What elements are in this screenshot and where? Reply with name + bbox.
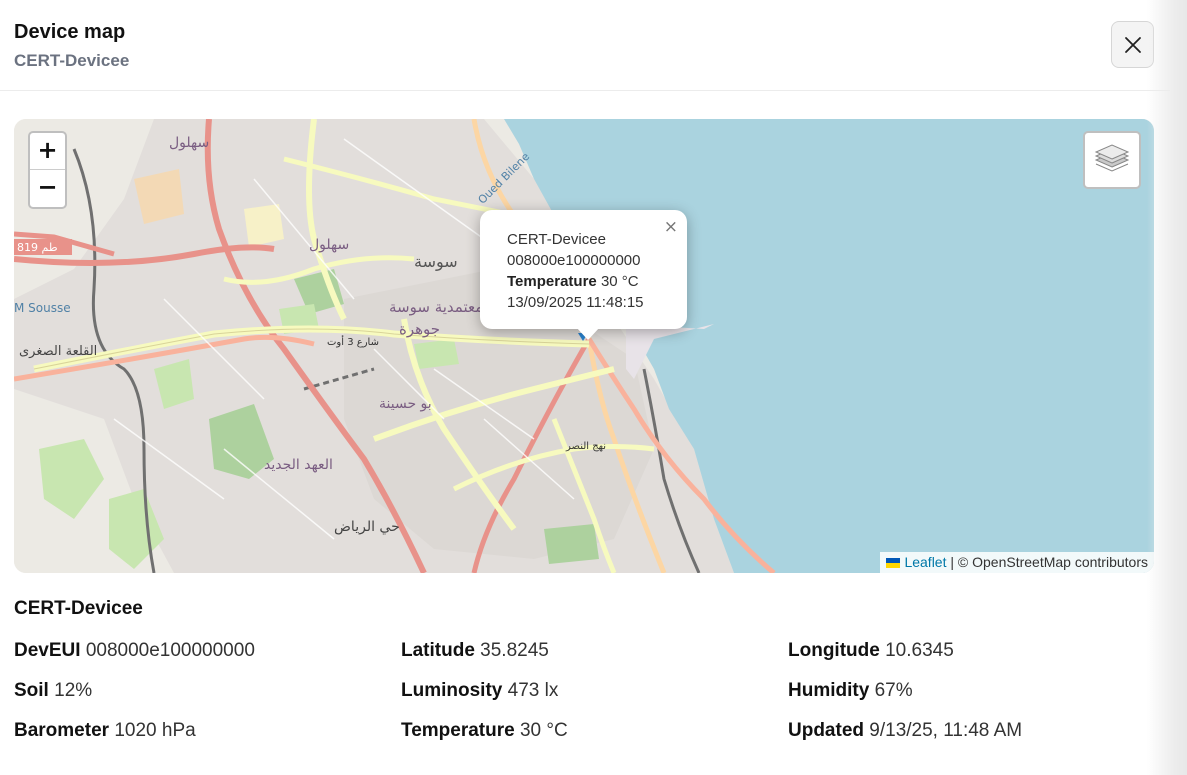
- map-label-jawhara: جوهرة: [399, 320, 440, 338]
- info-label: DevEUI: [14, 640, 81, 661]
- info-label: Humidity: [788, 680, 870, 701]
- modal-subtitle: CERT-Devicee: [14, 51, 130, 70]
- info-luminosity: Luminosity 473 lx: [401, 680, 558, 702]
- info-value: 12%: [54, 680, 93, 701]
- map-label-mutamadiya: معتمدية سوسة: [389, 298, 483, 316]
- scroll-backdrop: [1147, 0, 1187, 775]
- info-barometer: Barometer 1020 hPa: [14, 720, 196, 742]
- info-deveui: DevEUI 008000e100000000: [14, 640, 255, 662]
- popup-temperature-label: Temperature: [507, 273, 597, 290]
- popup-device-name: CERT-Devicee: [507, 231, 606, 248]
- info-latitude: Latitude 35.8245: [401, 640, 549, 662]
- popup-temperature: Temperature 30 °C: [507, 271, 667, 292]
- info-value: 008000e100000000: [85, 640, 255, 661]
- map-label-nahj-nasr: نهج النصر: [565, 441, 606, 452]
- info-value: 67%: [874, 680, 913, 701]
- modal-header: Device map CERT-Devicee: [0, 0, 1170, 91]
- info-value: 9/13/25, 11:48 AM: [869, 720, 1023, 741]
- modal-title: Device map: [14, 21, 126, 43]
- close-icon: [1124, 36, 1141, 53]
- map-label-riyadh: حي الرياض: [334, 519, 400, 535]
- map-label-route: طم 819: [17, 241, 58, 254]
- info-temperature: Temperature 30 °C: [401, 720, 568, 742]
- map-tiles[interactable]: سهلول سهلول سوسة معتمدية سوسة جوهرة القل…: [14, 119, 1154, 573]
- map-label-sahloul: سهلول: [169, 135, 209, 151]
- popup-close-button[interactable]: ×: [664, 217, 678, 238]
- map-label-sahloul-2: سهلول: [309, 237, 349, 253]
- osm-attribution: | © OpenStreetMap contributors: [946, 554, 1148, 570]
- info-label: Longitude: [788, 640, 880, 661]
- map-label-abu-hasina: بو حسينة: [379, 396, 432, 412]
- info-updated: Updated 9/13/25, 11:48 AM: [788, 720, 1022, 742]
- map-label-sousse: سوسة: [414, 252, 458, 272]
- info-label: Temperature: [401, 720, 515, 741]
- info-value: 1020 hPa: [114, 720, 196, 741]
- device-name: CERT-Devicee: [14, 598, 143, 619]
- info-value: 473 lx: [507, 680, 559, 701]
- device-map-modal: Device map CERT-Devicee سهلول سهلول سوسة…: [0, 0, 1170, 775]
- info-label: Barometer: [14, 720, 110, 741]
- map-label-ahd: العهد الجديد: [264, 457, 333, 473]
- leaflet-link[interactable]: Leaflet: [904, 554, 946, 570]
- map-attribution: Leaflet | © OpenStreetMap contributors: [880, 552, 1154, 573]
- map-label-qalaa: القلعة الصغرى: [19, 344, 97, 359]
- popup-temperature-value: 30 °C: [600, 273, 639, 290]
- info-humidity: Humidity 67%: [788, 680, 913, 702]
- layers-button[interactable]: [1083, 131, 1141, 189]
- map-label-street: شارع 3 أوت: [327, 335, 379, 348]
- map-label-sousse-latin: M Sousse: [14, 301, 71, 315]
- info-value: 30 °C: [519, 720, 568, 741]
- info-label: Latitude: [401, 640, 475, 661]
- map-popup: × CERT-Devicee 008000e100000000 Temperat…: [480, 210, 687, 340]
- popup-tip: [576, 327, 600, 340]
- info-label: Soil: [14, 680, 49, 701]
- info-soil: Soil 12%: [14, 680, 92, 702]
- info-value: 10.6345: [885, 640, 954, 661]
- layers-icon: [1094, 144, 1130, 172]
- zoom-out-button[interactable]: −: [30, 170, 65, 207]
- zoom-in-button[interactable]: +: [30, 133, 65, 170]
- zoom-control: + −: [28, 131, 67, 209]
- map-view[interactable]: سهلول سهلول سوسة معتمدية سوسة جوهرة القل…: [14, 119, 1154, 573]
- info-longitude: Longitude 10.6345: [788, 640, 954, 662]
- info-value: 35.8245: [480, 640, 549, 661]
- popup-deveui: 008000e100000000: [507, 252, 641, 269]
- info-label: Luminosity: [401, 680, 503, 701]
- info-label: Updated: [788, 720, 864, 741]
- popup-timestamp: 13/09/2025 11:48:15: [507, 294, 644, 311]
- ukraine-flag-icon: [886, 558, 901, 568]
